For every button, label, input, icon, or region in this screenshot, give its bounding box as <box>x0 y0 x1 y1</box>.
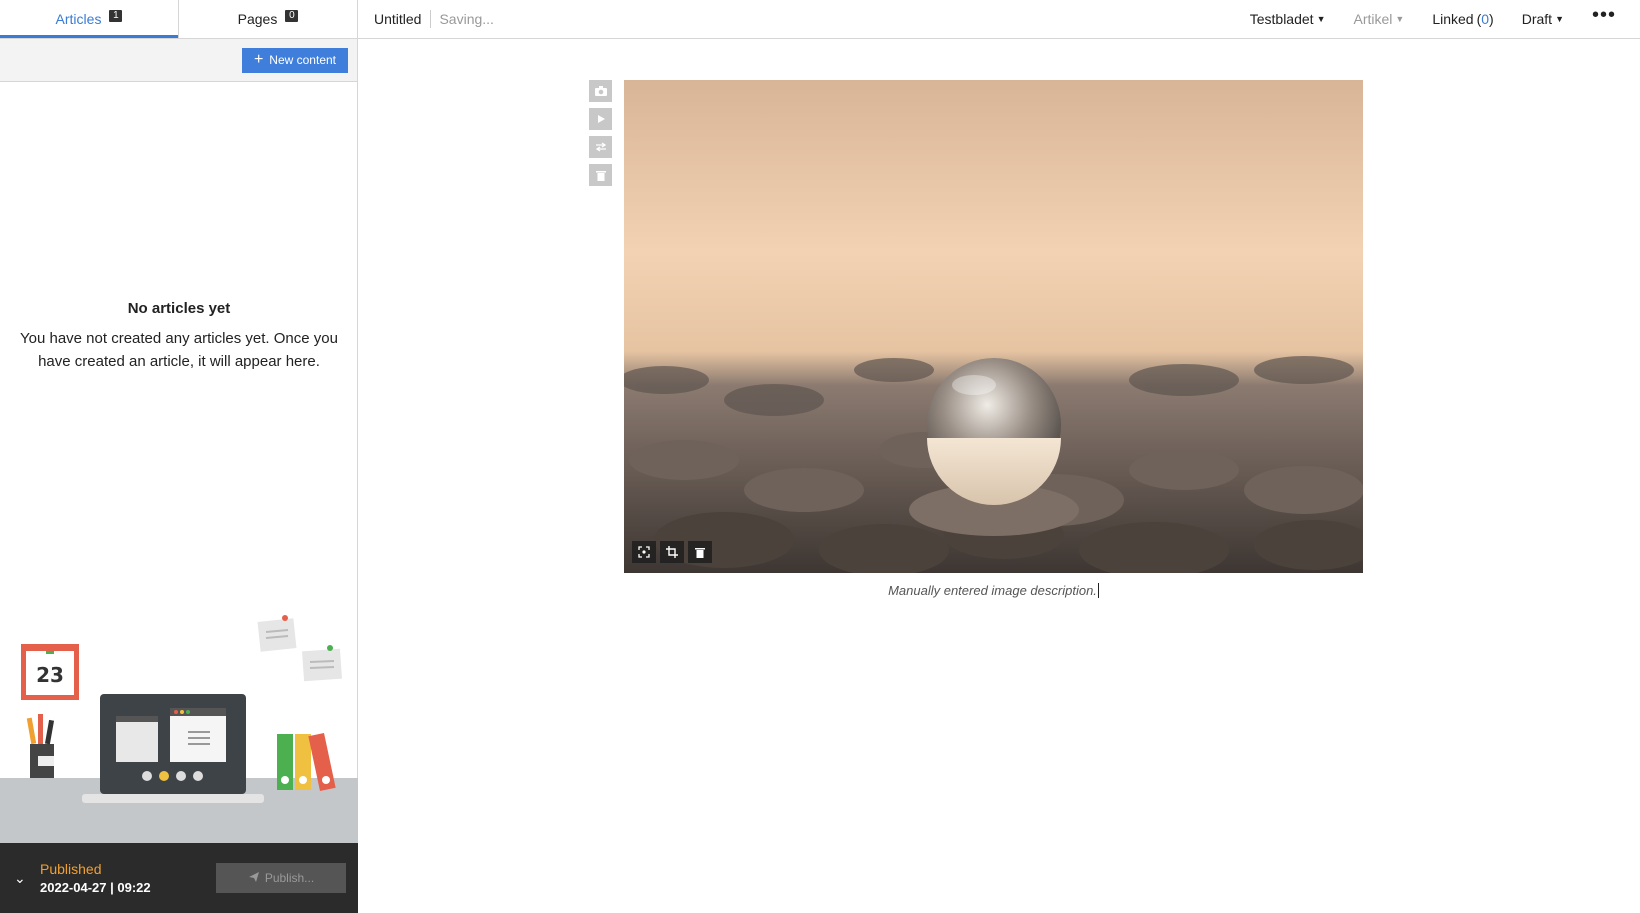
chevron-down-icon: ▼ <box>1555 14 1564 24</box>
plus-icon: + <box>253 51 264 68</box>
calendar-icon: 23 <box>21 644 79 700</box>
status-menu-label: Draft <box>1521 11 1553 27</box>
document-title[interactable]: Untitled <box>358 10 432 28</box>
empty-state-title: No articles yet <box>127 300 231 317</box>
laptop-icon <box>82 694 264 803</box>
calendar-day: 23 <box>36 663 64 687</box>
paper-plane-icon <box>248 871 260 886</box>
block-toolbar <box>589 80 612 192</box>
empty-state-text: You have not created any articles yet. O… <box>20 330 338 370</box>
tab-articles-count: 1 <box>109 10 123 22</box>
image-toolbar <box>632 541 712 563</box>
linked-button[interactable]: Linked (0) <box>1418 11 1507 27</box>
publish-button[interactable]: Publish... <box>216 863 346 893</box>
image-caption[interactable]: Manually entered image description. <box>624 583 1363 598</box>
image-preview <box>624 80 1363 573</box>
tab-pages[interactable]: Pages 0 <box>178 0 357 38</box>
trash-icon[interactable] <box>688 541 712 563</box>
publish-bar: ⌄ Published 2022-04-27 | 09:22 Publish..… <box>0 843 358 913</box>
publication-menu[interactable]: Testbladet ▼ <box>1236 11 1340 27</box>
linked-count: 0 <box>1481 11 1490 27</box>
binders-icon <box>277 732 336 792</box>
save-state: Saving... <box>439 11 494 27</box>
publish-info: Published 2022-04-27 | 09:22 <box>40 861 216 895</box>
new-content-button[interactable]: + New content <box>241 47 348 73</box>
publish-date: 2022-04-27 | 09:22 <box>40 880 151 895</box>
chevron-down-icon: ▼ <box>1395 14 1405 24</box>
publish-button-label: Publish... <box>264 871 315 885</box>
tab-articles[interactable]: Articles 1 <box>0 0 178 38</box>
chevron-down-icon[interactable]: ⌄ <box>14 870 28 887</box>
empty-state: No articles yet You have not created any… <box>20 300 338 373</box>
chevron-down-icon: ▼ <box>1316 14 1326 24</box>
tab-articles-label: Articles <box>55 11 102 27</box>
image-caption-text: Manually entered image description. <box>888 583 1097 598</box>
play-icon[interactable] <box>589 108 612 130</box>
status-menu[interactable]: Draft ▼ <box>1508 11 1578 27</box>
pencil-cup-icon <box>26 714 55 778</box>
linked-label: Linked <box>1432 11 1474 27</box>
more-options-icon[interactable]: ••• <box>1578 4 1640 35</box>
image-figure[interactable] <box>624 80 1363 573</box>
trash-icon[interactable] <box>589 164 612 186</box>
crop-icon[interactable] <box>660 541 684 563</box>
sticky-notes-icon <box>257 615 343 682</box>
type-menu[interactable]: Artikel ▼ <box>1339 11 1418 27</box>
sidebar: Articles 1 Pages 0 + New content No arti… <box>0 0 358 913</box>
sidebar-tabs: Articles 1 Pages 0 <box>0 0 357 39</box>
empty-state-illustration: 23 <box>0 610 358 843</box>
desk-illustration: 23 <box>0 615 358 843</box>
tab-pages-label: Pages <box>237 11 278 27</box>
new-content-label: New content <box>269 53 336 67</box>
text-cursor <box>1097 583 1099 598</box>
publication-menu-label: Testbladet <box>1249 11 1314 27</box>
type-menu-label: Artikel <box>1353 11 1393 27</box>
tab-pages-count: 0 <box>285 10 299 22</box>
sidebar-toolbar: + New content <box>0 39 357 82</box>
editor-header: Untitled Saving... Testbladet ▼ Artikel … <box>358 0 1640 39</box>
publish-status: Published <box>40 861 102 877</box>
swap-icon[interactable] <box>589 136 612 158</box>
focus-point-icon[interactable] <box>632 541 656 563</box>
camera-icon[interactable] <box>589 80 612 102</box>
